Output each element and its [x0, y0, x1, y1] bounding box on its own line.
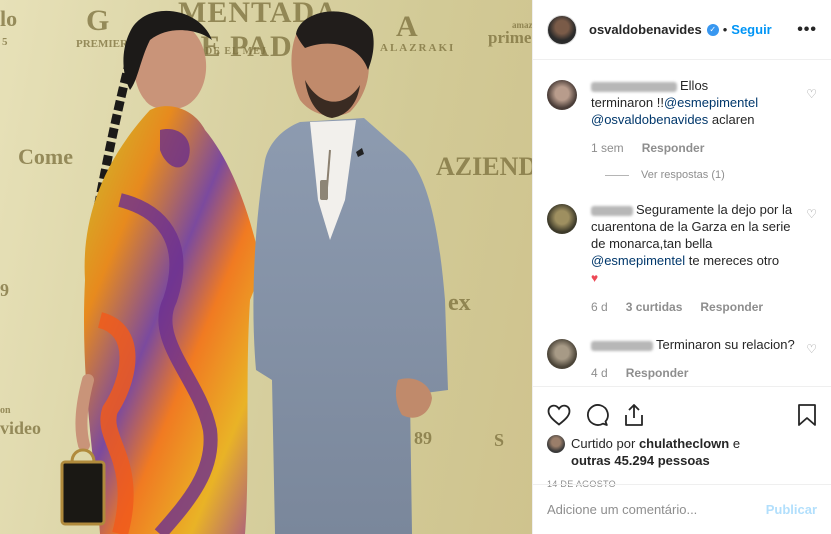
comments-list[interactable]: Ellos terminaron !!@esmepimentel @osvald…	[533, 61, 831, 385]
post-actions: Curtido por chulatheclown e outras 45.29…	[533, 386, 831, 489]
comment-meta: 1 sem Responder	[591, 140, 801, 157]
bookmark-save-icon[interactable]	[797, 403, 817, 427]
comment-text: Ellos	[680, 78, 709, 93]
comment-body: Seguramente la dejo por la cuarentona de…	[591, 201, 801, 316]
woman-handbag	[60, 460, 106, 526]
comment-bubble-icon[interactable]	[585, 403, 609, 427]
commenter-username-redacted[interactable]	[591, 81, 677, 92]
comment-time[interactable]: 6 d	[591, 299, 608, 316]
verified-badge-icon: ✓	[706, 23, 719, 36]
comment-item: Seguramente la dejo por la cuarentona de…	[547, 181, 817, 316]
comment-text: Terminaron su relacion?	[656, 337, 795, 352]
commenter-avatar[interactable]	[547, 204, 577, 234]
reply-button[interactable]: Responder	[642, 140, 705, 157]
post-header: osvaldobenavides ✓ • Seguir •••	[533, 0, 831, 60]
reply-button[interactable]: Responder	[626, 365, 689, 382]
comment-body: Terminaron su relacion? 4 d Responder	[591, 336, 801, 382]
comment-like-heart-icon[interactable]: ♡	[806, 342, 817, 356]
action-icons-row	[547, 395, 817, 435]
comment-meta: 4 d Responder	[591, 365, 801, 382]
comment-time[interactable]: 1 sem	[591, 140, 624, 157]
mention-link[interactable]: @osvaldobenavides	[591, 112, 708, 127]
comment-text: te mereces otro	[685, 253, 780, 268]
photo-subjects	[60, 10, 448, 534]
commenter-avatar[interactable]	[547, 80, 577, 110]
commenter-username-redacted[interactable]	[591, 340, 653, 351]
liked-by-text: Curtido por chulatheclown e outras 45.29…	[571, 436, 741, 468]
comment-meta: 6 d 3 curtidas Responder	[591, 299, 801, 316]
commenter-avatar[interactable]	[547, 339, 577, 369]
comment-like-heart-icon[interactable]: ♡	[806, 87, 817, 101]
comment-input[interactable]	[547, 502, 766, 517]
author-avatar[interactable]	[547, 14, 577, 45]
others-likes-link[interactable]: outras 45.294 pessoas	[571, 453, 710, 468]
commenter-username-redacted[interactable]	[591, 205, 633, 216]
author-username[interactable]: osvaldobenavides	[589, 22, 702, 37]
follow-button[interactable]: Seguir	[731, 22, 771, 37]
view-replies-button[interactable]: Ver respostas (1)	[605, 169, 817, 181]
comment-text: aclaren	[708, 112, 755, 127]
comment-likes-count[interactable]: 3 curtidas	[626, 299, 683, 316]
red-heart-emoji-icon: ♥	[591, 271, 599, 285]
add-comment-bar: Publicar	[533, 484, 831, 534]
comment-body: Ellos terminaron !!@esmepimentel @osvald…	[591, 77, 801, 157]
comment-item: Ellos terminaron !!@esmepimentel @osvald…	[547, 61, 817, 157]
view-replies-label: Ver respostas (1)	[641, 169, 725, 181]
reply-button[interactable]: Responder	[700, 299, 763, 316]
replies-divider-line	[605, 174, 629, 176]
more-options-icon[interactable]: •••	[797, 21, 817, 39]
post-photo[interactable]: lo 5 G PREMIERE MENTADA DE PAD DE EL MEJ …	[0, 0, 532, 534]
liker-username-link[interactable]: chulatheclown	[639, 436, 729, 451]
liked-by-summary: Curtido por chulatheclown e outras 45.29…	[547, 435, 817, 469]
separator-dot: •	[722, 22, 728, 37]
comment-text: terminaron !!	[591, 95, 664, 110]
mention-link[interactable]: @esmepimentel	[591, 253, 685, 268]
share-upload-icon[interactable]	[623, 403, 645, 427]
like-heart-icon[interactable]	[547, 404, 571, 426]
comment-item: Terminaron su relacion? 4 d Responder ♡	[547, 316, 817, 382]
comment-time[interactable]: 4 d	[591, 365, 608, 382]
mention-link[interactable]: @esmepimentel	[664, 95, 758, 110]
publish-button[interactable]: Publicar	[766, 502, 817, 517]
liker-avatar[interactable]	[547, 435, 565, 453]
post-details-panel: osvaldobenavides ✓ • Seguir ••• Ellos te…	[532, 0, 831, 534]
man-suit	[253, 118, 448, 534]
comment-like-heart-icon[interactable]: ♡	[806, 207, 817, 221]
